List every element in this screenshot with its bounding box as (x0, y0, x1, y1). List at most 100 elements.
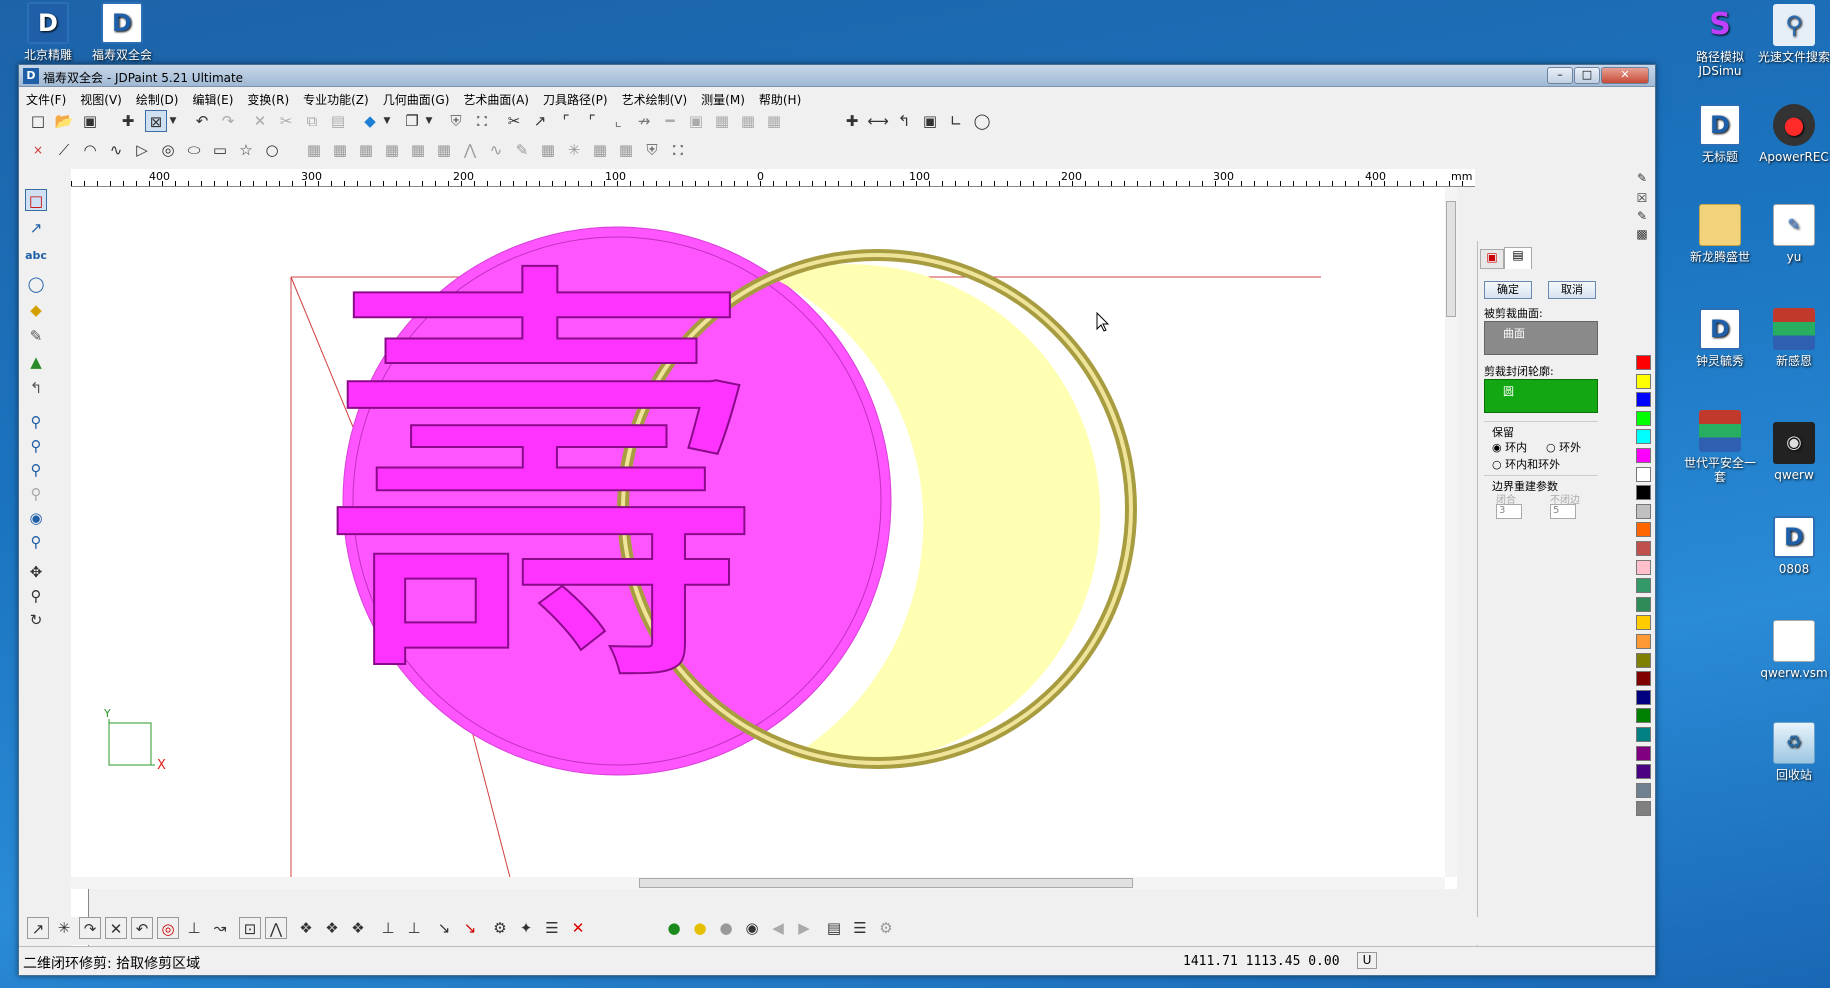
color-swatch[interactable] (1636, 652, 1651, 668)
snap-tangent-icon[interactable]: ↝ (209, 917, 231, 939)
menu-measure[interactable]: 测量(M) (694, 89, 752, 110)
horizontal-scrollbar[interactable] (71, 877, 1445, 889)
circle-outline-icon[interactable]: ○ (261, 139, 283, 161)
extend-icon[interactable]: ↗ (529, 110, 551, 132)
color-swatch[interactable] (1636, 578, 1651, 594)
surface-item[interactable]: 曲面 (1503, 325, 1525, 341)
zoom-window-icon[interactable]: ⚲ (25, 411, 47, 433)
snap-point-icon[interactable]: ⊡ (239, 917, 261, 939)
maximize-button[interactable]: □ (1574, 67, 1600, 84)
node-edit-icon[interactable]: ↗ (25, 217, 47, 239)
layer-color-icon[interactable]: ◆ (359, 110, 381, 132)
panel-tab-layers[interactable]: ▣ (1480, 249, 1504, 269)
close-red-icon[interactable]: ✕ (567, 917, 589, 939)
closed-input[interactable]: 3 (1496, 504, 1522, 519)
zoom-out-icon[interactable]: ⚲ (25, 459, 47, 481)
radio-keep-both[interactable]: ○ 环内和环外 (1492, 456, 1560, 472)
select-box-icon[interactable]: ⊠ (145, 110, 167, 132)
snap-quadrant-icon[interactable]: ↶ (131, 917, 153, 939)
color-swatch[interactable] (1636, 448, 1651, 463)
gear-icon[interactable]: ⚙ (489, 917, 511, 939)
trim-icon[interactable]: ✂ (503, 110, 525, 132)
close-button[interactable]: ✕ (1601, 67, 1649, 84)
color-swatch[interactable] (1636, 485, 1651, 501)
desktop-icon-qwerw[interactable]: ◉ qwerw (1758, 422, 1830, 482)
zoom-icon[interactable]: ⚲ (25, 585, 47, 607)
desktop-icon-fushou[interactable]: D 福寿双全会 (86, 2, 158, 62)
plane-a-icon[interactable]: ⊥ (377, 917, 399, 939)
rotate-dim-icon[interactable]: ↰ (893, 110, 915, 132)
color-swatch[interactable] (1636, 596, 1651, 612)
cancel-button[interactable]: 取消 (1548, 281, 1596, 299)
ok-button[interactable]: 确定 (1484, 281, 1532, 299)
desktop-icon-shidai[interactable]: 世代平安全一套 (1684, 410, 1756, 484)
align-center-icon[interactable]: ▦ (329, 139, 351, 161)
grid-icon[interactable]: ▦ (537, 139, 559, 161)
wave-icon[interactable]: ∿ (485, 139, 507, 161)
color-swatch[interactable] (1636, 559, 1651, 575)
desktop-icon-xinganen[interactable]: 新感恩 (1758, 308, 1830, 368)
color-swatch[interactable] (1636, 503, 1651, 519)
color-swatch[interactable] (1636, 727, 1651, 742)
snap-perpendicular-icon[interactable]: ⊥ (183, 917, 205, 939)
snap-center-icon[interactable]: ◎ (157, 917, 179, 939)
fill-icon[interactable]: ◆ (25, 299, 47, 321)
frame-icon[interactable]: ▣ (685, 110, 707, 132)
desktop-icon-apowerrec[interactable]: ● ApowerREC (1758, 104, 1830, 164)
rectangle-icon[interactable]: ▭ (209, 139, 231, 161)
desktop-icon-search[interactable]: ⚲ 光速文件搜索 (1758, 4, 1830, 64)
snap-intersect-icon[interactable]: ✕ (105, 917, 127, 939)
grid-a-icon[interactable]: ❖ (295, 917, 317, 939)
color-swatch[interactable] (1636, 429, 1651, 445)
book-icon[interactable]: ▤ (823, 917, 845, 939)
ellipse-icon[interactable]: ⬭ (183, 139, 205, 161)
green-bulb-icon[interactable]: ● (663, 917, 685, 939)
dropdown-arrow-icon[interactable]: ▼ (381, 110, 393, 132)
minimize-button[interactable]: – (1547, 67, 1573, 84)
arc-icon[interactable]: ◠ (79, 139, 101, 161)
desktop-icon-zhongling[interactable]: D 钟灵毓秀 (1684, 308, 1756, 368)
tree-icon[interactable]: ▲ (25, 351, 47, 373)
color-swatch[interactable] (1636, 708, 1651, 724)
scroll-thumb[interactable] (1446, 201, 1456, 317)
snap-curve-icon[interactable]: ⋀ (265, 917, 287, 939)
point-icon[interactable]: ✚ (841, 110, 863, 132)
yellow-bulb-icon[interactable]: ● (689, 917, 711, 939)
desktop-icon-untitled[interactable]: D 无标题 (1684, 104, 1756, 164)
menu-toolpath[interactable]: 刀具路径(P) (536, 89, 615, 110)
spline-icon[interactable]: ∿ (105, 139, 127, 161)
crosshair-icon[interactable]: ✚ (117, 110, 139, 132)
drawing-canvas[interactable]: 壽 X Y (71, 187, 1457, 889)
circle-icon[interactable]: ◎ (157, 139, 179, 161)
open-folder-icon[interactable]: 📂 (53, 110, 75, 132)
new-file-icon[interactable]: □ (27, 110, 49, 132)
color-swatch[interactable] (1636, 355, 1651, 370)
pen-icon[interactable]: ✎ (511, 139, 533, 161)
line-icon[interactable]: ⟋ (53, 139, 75, 161)
pattern-icon[interactable]: ▩ (1633, 225, 1651, 243)
mirror-icon[interactable]: ▦ (615, 139, 637, 161)
cross-red-arrow-icon[interactable]: ↘ (459, 917, 481, 939)
color-swatch[interactable] (1636, 373, 1651, 389)
desktop-icon-jdpaint[interactable]: D 北京精雕 (12, 2, 84, 62)
menu-file[interactable]: 文件(F) (19, 89, 73, 110)
menu-art-draw[interactable]: 艺术绘制(V) (615, 89, 695, 110)
align-right-icon[interactable]: ▦ (355, 139, 377, 161)
color-swatch[interactable] (1636, 466, 1651, 482)
snap-arc-icon[interactable]: ↷ (79, 917, 101, 939)
ungroup-icon[interactable]: ▦ (737, 110, 759, 132)
desktop-icon-folder[interactable]: 新龙腾盛世 (1684, 204, 1756, 264)
prev-light-icon[interactable]: ◀ (767, 917, 789, 939)
distribute-icon[interactable]: ▦ (381, 139, 403, 161)
offset-icon[interactable]: ⌞ (607, 110, 629, 132)
shield-icon[interactable]: ⛚ (667, 139, 689, 161)
select-icon[interactable]: □ (25, 189, 47, 211)
menu-professional[interactable]: 专业功能(Z) (296, 89, 376, 110)
polyline-icon[interactable]: ▷ (131, 139, 153, 161)
dimension-icon[interactable]: ⟷ (867, 110, 889, 132)
menu-edit[interactable]: 编辑(E) (185, 89, 240, 110)
gap-icon[interactable]: ━ (659, 110, 681, 132)
color-swatch[interactable] (1636, 764, 1651, 780)
lines-icon[interactable]: ☰ (849, 917, 871, 939)
menu-geometry-surface[interactable]: 几何曲面(G) (376, 89, 457, 110)
